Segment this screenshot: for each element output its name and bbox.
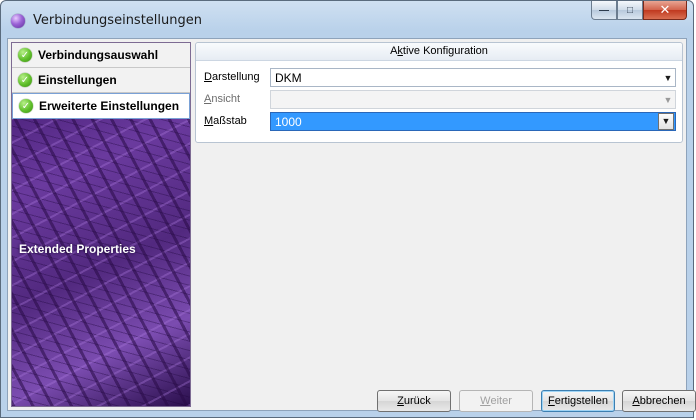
ansicht-label: Ansicht: [204, 93, 241, 105]
green-check-icon: ✓: [18, 73, 32, 87]
chevron-down-icon[interactable]: ▼: [658, 113, 674, 130]
minimize-button[interactable]: —: [591, 1, 617, 20]
green-check-icon: ✓: [19, 99, 33, 113]
content-panel: Aktive Konfiguration Darstellung DKM ▼ A…: [195, 42, 696, 412]
caption-buttons: — □ ✕: [591, 1, 687, 21]
dialog-client-area: ✓ Verbindungsauswahl ✓ Einstellungen ✓ E…: [7, 38, 696, 412]
minimize-icon: —: [599, 4, 609, 16]
maximize-icon: □: [626, 4, 634, 16]
title-bar[interactable]: Verbindungseinstellungen — □ ✕: [1, 1, 693, 39]
step-label: Einstellungen: [38, 73, 117, 87]
group-title: Aktive Konfiguration: [196, 43, 682, 61]
step-label: Erweiterte Einstellungen: [39, 99, 180, 113]
maximize-button[interactable]: □: [617, 1, 643, 20]
wizard-sidebar: ✓ Verbindungsauswahl ✓ Einstellungen ✓ E…: [11, 42, 191, 407]
next-button[interactable]: Weiter: [459, 390, 533, 412]
step-erweiterte-einstellungen[interactable]: ✓ Erweiterte Einstellungen: [12, 93, 190, 119]
massstab-label: Maßstab: [204, 115, 247, 127]
cancel-button[interactable]: Abbrechen: [622, 390, 696, 412]
close-icon: ✕: [659, 2, 671, 17]
darstellung-combo[interactable]: DKM ▼: [270, 68, 676, 87]
wizard-steps: ✓ Verbindungsauswahl ✓ Einstellungen ✓ E…: [12, 43, 190, 119]
close-button[interactable]: ✕: [643, 1, 687, 20]
darstellung-row: Darstellung: [204, 67, 270, 87]
finish-button[interactable]: Fertigstellen: [541, 390, 615, 412]
green-check-icon: ✓: [18, 48, 32, 62]
app-orb-icon: [11, 14, 25, 28]
massstab-combo[interactable]: 1000 ▼: [270, 112, 676, 131]
chevron-down-icon[interactable]: ▼: [661, 73, 675, 83]
dialog-window: Verbindungseinstellungen — □ ✕ ✓ Verbind…: [0, 0, 696, 418]
chevron-down-icon[interactable]: ▼: [661, 95, 675, 105]
back-button[interactable]: Zurück: [377, 390, 451, 412]
window-title: Verbindungseinstellungen: [33, 13, 202, 28]
sidebar-caption: Extended Properties: [19, 242, 136, 256]
step-einstellungen[interactable]: ✓ Einstellungen: [12, 68, 190, 93]
config-group: Aktive Konfiguration Darstellung DKM ▼ A…: [195, 42, 683, 143]
ansicht-row: Ansicht: [204, 89, 270, 109]
darstellung-value: DKM: [275, 70, 302, 85]
massstab-row: Maßstab: [204, 111, 270, 131]
step-verbindungsauswahl[interactable]: ✓ Verbindungsauswahl: [12, 43, 190, 68]
ansicht-combo[interactable]: ▼: [270, 90, 676, 109]
darstellung-label: Darstellung: [204, 71, 260, 83]
massstab-value: 1000: [275, 114, 302, 129]
step-label: Verbindungsauswahl: [38, 48, 159, 62]
